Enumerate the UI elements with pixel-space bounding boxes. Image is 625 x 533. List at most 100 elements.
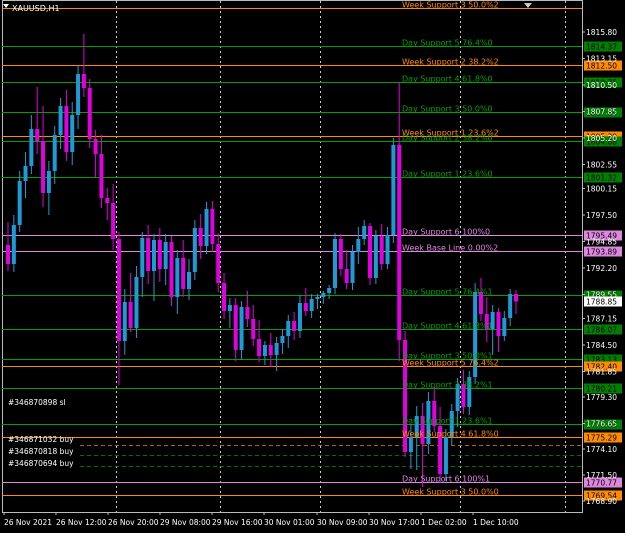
candle-body [175, 258, 180, 297]
candle-body [46, 171, 51, 193]
candle-body [332, 239, 337, 288]
level-label: Week Support 3 50.0%2 [402, 1, 499, 10]
candle-body [140, 238, 145, 277]
candle-body [443, 437, 448, 474]
price-chart[interactable]: Week Support 3 50.0%2 Day Support 5 76.4%… [0, 0, 625, 533]
candle-body [344, 269, 349, 283]
candle-body [222, 283, 227, 311]
candle-body [52, 135, 57, 171]
candle-body [496, 312, 501, 336]
candle-body [227, 305, 232, 311]
candle-body [350, 252, 355, 283]
candle-body [408, 437, 413, 452]
candle-body [111, 203, 116, 239]
candle-body [321, 293, 326, 297]
candle-body [297, 303, 302, 331]
support-level-labels: Week Support 3 50.0%2 Day Support 5 76.4%… [402, 1, 499, 497]
candle-body [41, 141, 46, 193]
candle-body [169, 242, 174, 297]
chart-menu-icon[interactable] [3, 4, 9, 8]
level-label: Day Support 2 38.2%1 [402, 381, 493, 390]
candle-body [35, 129, 40, 141]
level-label: Week Support 3 50.0%0 [402, 488, 499, 497]
candle-body [70, 115, 75, 152]
candle-body [11, 225, 16, 264]
candle-body [356, 239, 361, 252]
candle-body [81, 74, 86, 88]
candle-body [105, 198, 110, 203]
candle-body [292, 321, 297, 331]
candle-body [338, 239, 343, 269]
order-label-buy-3[interactable]: #346870694 buy [8, 459, 74, 468]
candle-body [204, 209, 209, 246]
candle-body [23, 166, 28, 181]
candle-body [257, 339, 262, 356]
candle-body [385, 235, 390, 264]
candle-body [245, 307, 250, 319]
price-tag-text: 1801.32 [586, 174, 617, 183]
level-label: Day Support 6 100%1 [402, 475, 490, 484]
candle-body [128, 302, 133, 328]
order-label-sl[interactable]: #346870898 sl [8, 398, 66, 407]
candle-body [87, 88, 92, 139]
candle-body [187, 272, 192, 289]
price-tick-label: 1787.15 [586, 315, 617, 324]
candle-body [116, 239, 121, 341]
price-tag-text: 1775.29 [586, 434, 617, 443]
candle-body [239, 307, 244, 350]
time-tick-label: 30 Nov 09:00 [317, 518, 368, 527]
level-label: Week Support 5 76.4%2 [402, 359, 499, 368]
candle-body [192, 228, 197, 272]
candle-body [64, 106, 69, 152]
candle-body [327, 288, 332, 293]
candle-body [157, 240, 162, 269]
candle-body [216, 244, 221, 283]
level-label: Day Support 4 61.8%0 [402, 75, 493, 84]
level-label: Day Support 3 50.0%0 [402, 105, 493, 114]
candle-body [122, 302, 127, 341]
price-tick-label: 1805.20 [586, 134, 617, 143]
candle-body [251, 319, 256, 339]
candle-body [286, 321, 291, 336]
price-axis[interactable]: 1814.371812.501810.751807.841805.391804.… [582, 28, 622, 506]
level-label: Day Support 5 76.4%0 [402, 39, 493, 48]
price-tick-label: 1813.15 [586, 55, 617, 64]
candle-body [315, 297, 320, 299]
candle-body [274, 343, 279, 355]
level-label: Day Support 5 76.4%1 [402, 288, 493, 297]
candle-body [233, 305, 238, 350]
price-tick-label: 1794.85 [586, 238, 617, 247]
candle-body [379, 236, 384, 264]
chart-shift-arrow-icon[interactable] [524, 3, 532, 8]
candle-body [373, 236, 378, 278]
price-tick-label: 1768.90 [586, 497, 617, 506]
time-tick-label: 26 Nov 20:00 [108, 518, 159, 527]
price-tick-label: 1776.65 [586, 420, 617, 429]
price-tick-label: 1792.20 [586, 264, 617, 273]
price-tick-label: 1802.55 [586, 161, 617, 170]
price-tag-text: 1786.07 [586, 326, 617, 335]
price-tick-label: 1797.50 [586, 211, 617, 220]
level-label: Day Support 2 38.2%0 [402, 134, 493, 143]
candle-body [198, 228, 203, 246]
candle-body [134, 277, 139, 328]
candle-body [368, 226, 373, 278]
time-tick-label: 29 Nov 16:00 [212, 518, 263, 527]
level-label: Day Support 6 100%0 [402, 228, 490, 237]
time-tick-label: 30 Nov 01:00 [264, 518, 315, 527]
price-tick-label: 1781.85 [586, 368, 617, 377]
time-axis[interactable]: 26 Nov 2021 26 Nov 12:00 26 Nov 20:00 29 No… [3, 512, 519, 527]
candle-body [99, 154, 104, 198]
level-label: Week Support 2 38.2%2 [402, 58, 499, 67]
order-label-buy-1[interactable]: #346871032 buy [8, 435, 74, 444]
time-tick-label: 26 Nov 12:00 [56, 518, 107, 527]
price-tick-label: 1810.50 [586, 81, 617, 90]
candle-body [362, 226, 367, 239]
level-label: Week Base Line 0.00%2 [402, 244, 498, 253]
level-label: Day Support 1 23.6%1 [402, 417, 493, 426]
candle-body [163, 242, 168, 269]
symbol-timeframe: XAUUSD,H1 [12, 4, 60, 13]
time-tick-label: 30 Nov 17:00 [369, 518, 420, 527]
order-label-buy-2[interactable]: #346870818 buy [8, 447, 74, 456]
price-tick-label: 1800.15 [586, 185, 617, 194]
